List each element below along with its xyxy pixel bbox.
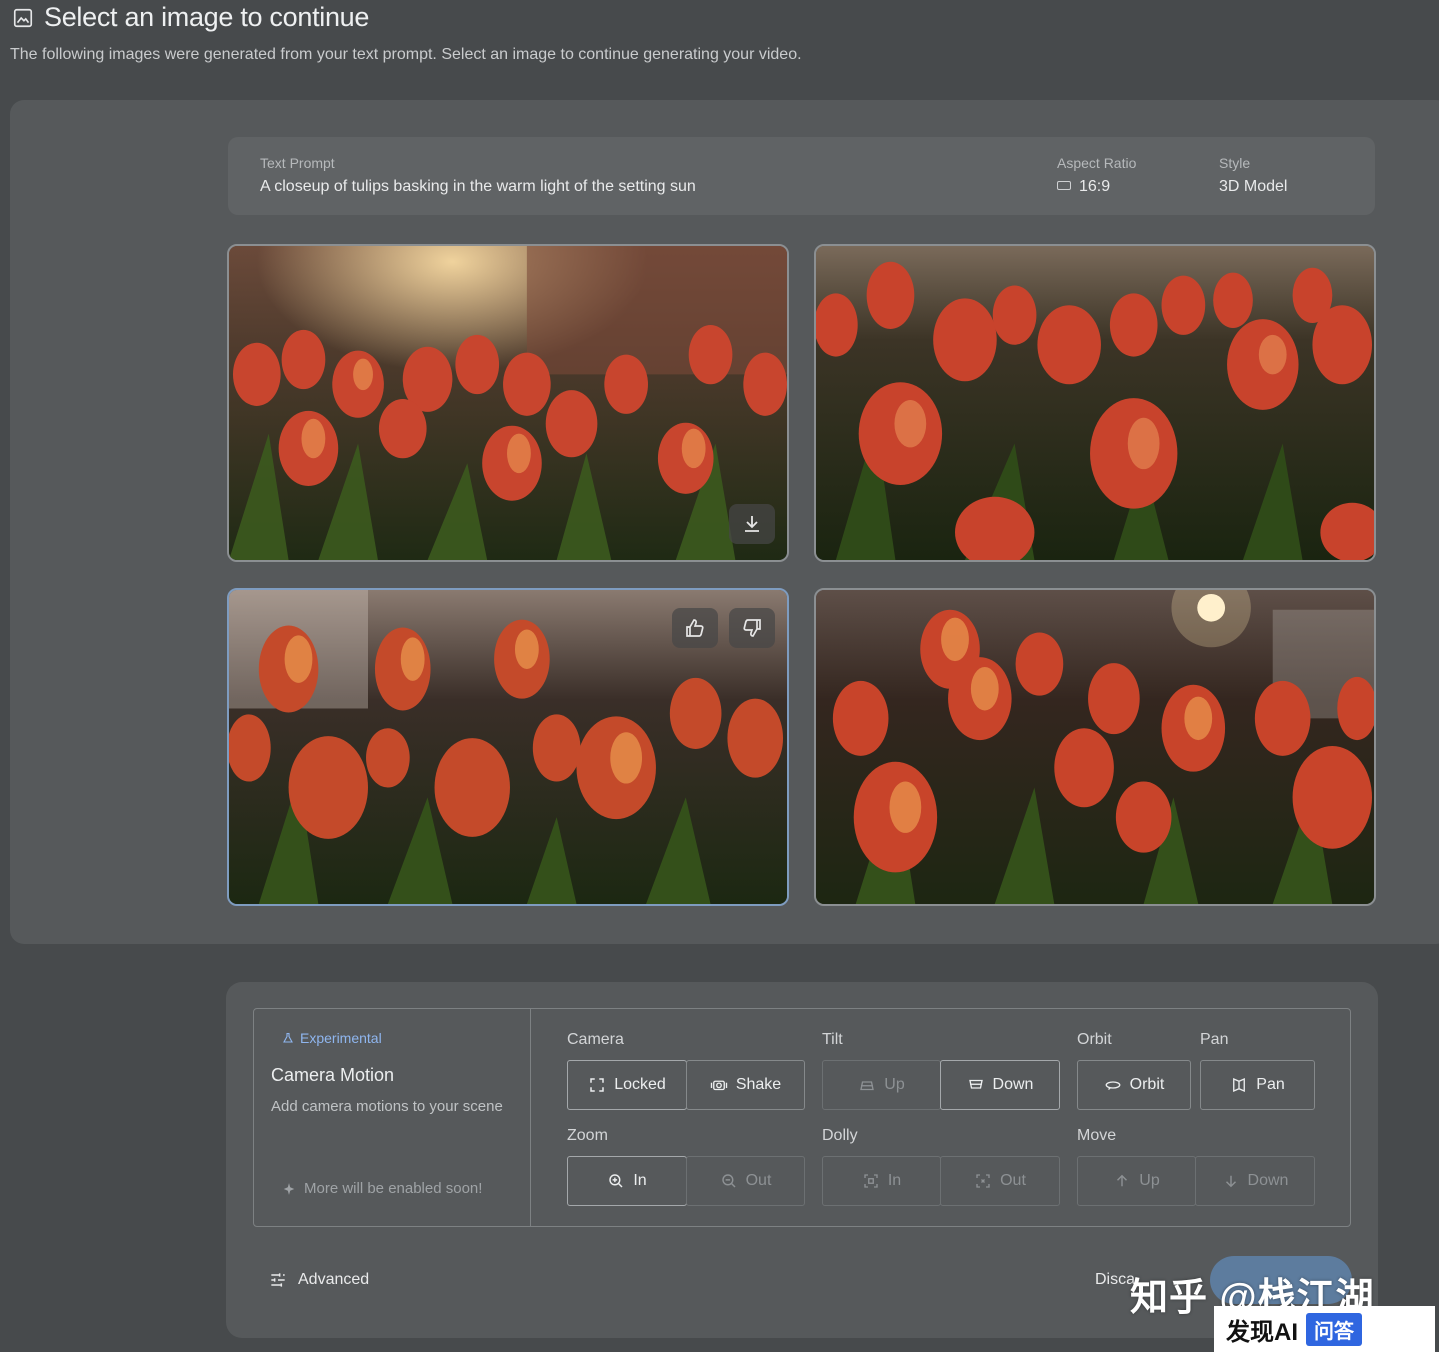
watermark-logo-main: 发现AI bbox=[1226, 1318, 1298, 1346]
arrow-down-icon bbox=[1225, 1175, 1236, 1188]
arrow-up-icon bbox=[1117, 1174, 1128, 1187]
tilt-group-label: Tilt bbox=[822, 1031, 843, 1048]
aspect-ratio-icon bbox=[1057, 181, 1071, 190]
dolly-in-label: In bbox=[887, 1172, 902, 1189]
experimental-text: Experimental bbox=[300, 1030, 382, 1046]
sparkle-icon bbox=[283, 1182, 295, 1195]
tilt-up-button[interactable]: Up bbox=[822, 1060, 941, 1110]
tilt-down-icon bbox=[968, 1079, 983, 1089]
orbit-label: Orbit bbox=[1129, 1076, 1165, 1093]
camera-motion-title: Camera Motion bbox=[271, 1065, 395, 1085]
thumbs-up-button[interactable] bbox=[672, 608, 718, 648]
more-soon-note: More will be enabled soon! bbox=[282, 1180, 482, 1197]
thumbs-down-button[interactable] bbox=[729, 608, 775, 648]
thumbs-up-icon bbox=[686, 619, 704, 637]
tilt-down-button[interactable]: Down bbox=[940, 1060, 1060, 1110]
flask-icon bbox=[283, 1032, 293, 1043]
locked-frame-icon bbox=[590, 1078, 604, 1092]
generated-image-4[interactable] bbox=[814, 588, 1376, 906]
tilt-up-icon bbox=[860, 1081, 875, 1091]
more-soon-text: More will be enabled soon! bbox=[304, 1180, 483, 1197]
sliders-icon bbox=[271, 1273, 285, 1287]
thumbs-down-icon bbox=[743, 619, 761, 637]
pan-label: Pan bbox=[1256, 1076, 1285, 1093]
move-up-label: Up bbox=[1139, 1172, 1160, 1189]
download-icon bbox=[745, 516, 759, 532]
dolly-out-label: Out bbox=[1000, 1172, 1026, 1189]
advanced-settings-button[interactable]: Advanced bbox=[268, 1270, 369, 1290]
aspect-ratio-text: 16:9 bbox=[1079, 178, 1111, 195]
zoom-in-label: In bbox=[633, 1172, 647, 1189]
pan-button[interactable]: Pan bbox=[1200, 1060, 1315, 1110]
zoom-group-label: Zoom bbox=[567, 1127, 608, 1144]
aspect-ratio-label: Aspect Ratio bbox=[1057, 155, 1137, 171]
experimental-badge: Experimental bbox=[282, 1030, 382, 1046]
prompt-label: Text Prompt bbox=[260, 155, 335, 171]
generated-image-3[interactable] bbox=[227, 588, 789, 906]
motion-divider bbox=[530, 1009, 531, 1226]
dolly-out-icon bbox=[976, 1174, 990, 1188]
move-down-label: Down bbox=[1247, 1172, 1289, 1189]
orbit-icon bbox=[1105, 1081, 1121, 1090]
advanced-label: Advanced bbox=[298, 1271, 370, 1288]
move-down-button[interactable]: Down bbox=[1195, 1156, 1315, 1206]
camera-locked-button[interactable]: Locked bbox=[567, 1060, 687, 1110]
pan-icon bbox=[1233, 1077, 1246, 1093]
style-value: 3D Model bbox=[1219, 178, 1288, 195]
dolly-in-button[interactable]: In bbox=[822, 1156, 941, 1206]
zoom-in-icon bbox=[609, 1174, 623, 1188]
page-title: Select an image to continue bbox=[44, 2, 370, 32]
dolly-out-button[interactable]: Out bbox=[940, 1156, 1060, 1206]
pan-group-label: Pan bbox=[1200, 1031, 1229, 1048]
download-button[interactable] bbox=[729, 504, 775, 544]
tulip-image bbox=[816, 590, 1374, 904]
move-up-button[interactable]: Up bbox=[1077, 1156, 1196, 1206]
image-icon bbox=[13, 8, 33, 27]
zoom-out-icon bbox=[721, 1174, 736, 1188]
dolly-group-label: Dolly bbox=[822, 1127, 858, 1144]
prompt-summary-bar: Text Prompt A closeup of tulips basking … bbox=[228, 137, 1375, 215]
orbit-group-label: Orbit bbox=[1077, 1031, 1112, 1048]
tilt-up-label: Up bbox=[884, 1076, 905, 1093]
watermark-logo-qa: 问答 bbox=[1306, 1312, 1362, 1346]
tulip-image bbox=[229, 246, 787, 560]
page-subtitle: The following images were generated from… bbox=[10, 46, 802, 63]
generated-image-1[interactable] bbox=[227, 244, 789, 562]
style-label: Style bbox=[1219, 155, 1251, 171]
discard-button[interactable]: Disca bbox=[1095, 1271, 1135, 1289]
tulip-image bbox=[816, 246, 1374, 560]
move-group-label: Move bbox=[1077, 1127, 1117, 1144]
zoom-out-button[interactable]: Out bbox=[686, 1156, 805, 1206]
prompt-value: A closeup of tulips basking in the warm … bbox=[260, 178, 696, 195]
zoom-out-label: Out bbox=[745, 1172, 772, 1189]
tilt-down-label: Down bbox=[992, 1076, 1034, 1093]
orbit-button[interactable]: Orbit bbox=[1077, 1060, 1191, 1110]
aspect-ratio-value: 16:9 bbox=[1057, 178, 1110, 196]
camera-motion-description: Add camera motions to your scene bbox=[271, 1098, 503, 1115]
page-header: Select an image to continue bbox=[12, 2, 369, 33]
shake-camera-icon bbox=[710, 1080, 727, 1091]
zoom-in-button[interactable]: In bbox=[567, 1156, 687, 1206]
camera-shake-label: Shake bbox=[735, 1076, 782, 1093]
watermark-logo: 发现AI 问答 bbox=[1214, 1306, 1435, 1352]
generated-image-2[interactable] bbox=[814, 244, 1376, 562]
dolly-in-icon bbox=[864, 1174, 878, 1188]
camera-shake-button[interactable]: Shake bbox=[686, 1060, 805, 1110]
camera-group-label: Camera bbox=[567, 1031, 624, 1048]
camera-locked-label: Locked bbox=[614, 1076, 666, 1093]
